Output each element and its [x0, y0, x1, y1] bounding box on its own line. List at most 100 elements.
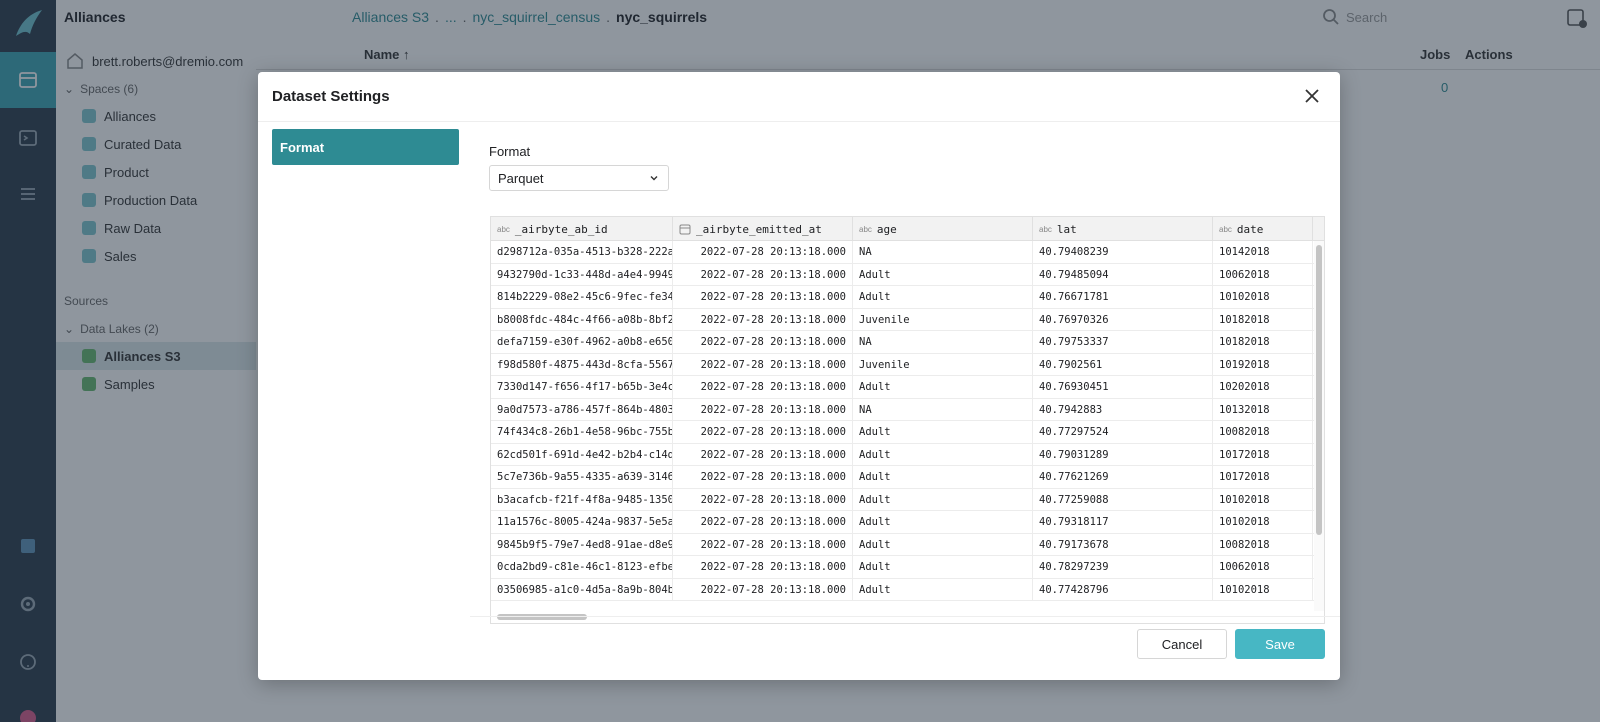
- table-cell[interactable]: 814b2229-08e2-45c6-9fec-fe349: [491, 286, 673, 308]
- table-cell[interactable]: defa7159-e30f-4962-a0b8-e6503: [491, 331, 673, 353]
- table-cell[interactable]: Adult: [853, 286, 1033, 308]
- tab-format[interactable]: Format: [272, 129, 459, 165]
- table-cell[interactable]: Adult: [853, 488, 1033, 511]
- table-cell[interactable]: 2022-07-28 20:13:18.000: [673, 421, 853, 443]
- table-cell[interactable]: Adult: [853, 376, 1033, 398]
- table-cell[interactable]: 10082018: [1213, 533, 1313, 556]
- cancel-button[interactable]: Cancel: [1137, 629, 1227, 659]
- table-cell[interactable]: 40.79031289: [1033, 443, 1213, 466]
- table-cell[interactable]: 40.78297239: [1033, 556, 1213, 578]
- table-cell[interactable]: 2022-07-28 20:13:18.000: [673, 331, 853, 353]
- table-cell[interactable]: 7330d147-f656-4f17-b65b-3e4cc: [491, 376, 673, 398]
- table-cell[interactable]: Juvenile: [853, 353, 1033, 376]
- table-cell[interactable]: 40.79318117: [1033, 511, 1213, 533]
- table-row: 9432790d-1c33-448d-a4e4-9949e 2022-07-28 …: [491, 263, 1324, 286]
- close-icon[interactable]: [1302, 86, 1322, 106]
- table-cell[interactable]: Adult: [853, 443, 1033, 466]
- column-header-label: lat: [1056, 222, 1077, 236]
- table-cell[interactable]: 2022-07-28 20:13:18.000: [673, 511, 853, 533]
- table-cell[interactable]: 40.79753337: [1033, 331, 1213, 353]
- table-cell[interactable]: Adult: [853, 556, 1033, 578]
- table-cell[interactable]: 2022-07-28 20:13:18.000: [673, 376, 853, 398]
- table-cell[interactable]: 40.77428796: [1033, 578, 1213, 601]
- table-cell[interactable]: NA: [853, 331, 1033, 353]
- table-cell[interactable]: Adult: [853, 578, 1033, 601]
- table-cell[interactable]: 10172018: [1213, 443, 1313, 466]
- table-cell[interactable]: 5c7e736b-9a55-4335-a639-3146d: [491, 466, 673, 488]
- format-label: Format: [489, 144, 531, 159]
- table-cell[interactable]: Adult: [853, 466, 1033, 488]
- table-cell[interactable]: Adult: [853, 263, 1033, 286]
- table-cell[interactable]: 2022-07-28 20:13:18.000: [673, 353, 853, 376]
- table-cell[interactable]: Adult: [853, 421, 1033, 443]
- table-cell[interactable]: 10132018: [1213, 398, 1313, 421]
- table-cell[interactable]: 03506985-a1c0-4d5a-8a9b-804bd: [491, 578, 673, 601]
- table-cell[interactable]: 11a1576c-8005-424a-9837-5e5ac: [491, 511, 673, 533]
- table-cell[interactable]: 40.79408239: [1033, 241, 1213, 263]
- table-cell[interactable]: 10102018: [1213, 286, 1313, 308]
- table-row: d298712a-035a-4513-b328-222a4 2022-07-28 …: [491, 241, 1324, 264]
- table-cell[interactable]: b8008fdc-484c-4f66-a08b-8bf26: [491, 308, 673, 331]
- table-cell[interactable]: 2022-07-28 20:13:18.000: [673, 241, 853, 263]
- table-row: 74f434c8-26b1-4e58-96bc-755ba 2022-07-28 …: [491, 421, 1324, 444]
- table-cell[interactable]: 40.76671781: [1033, 286, 1213, 308]
- column-header-label: _airbyte_ab_id: [514, 222, 608, 236]
- table-cell[interactable]: 40.7902561: [1033, 353, 1213, 376]
- table-cell[interactable]: 10102018: [1213, 578, 1313, 601]
- table-cell[interactable]: 10062018: [1213, 556, 1313, 578]
- table-cell[interactable]: 2022-07-28 20:13:18.000: [673, 533, 853, 556]
- column-header[interactable]: _airbyte_emitted_at: [673, 217, 853, 241]
- table-cell[interactable]: 10192018: [1213, 353, 1313, 376]
- table-cell[interactable]: 40.77259088: [1033, 488, 1213, 511]
- table-cell[interactable]: 40.77621269: [1033, 466, 1213, 488]
- table-cell[interactable]: 10182018: [1213, 331, 1313, 353]
- table-cell[interactable]: NA: [853, 241, 1033, 263]
- table-cell[interactable]: 2022-07-28 20:13:18.000: [673, 578, 853, 601]
- table-cell[interactable]: f98d580f-4875-443d-8cfa-55677: [491, 353, 673, 376]
- vertical-scrollbar[interactable]: [1316, 245, 1322, 535]
- table-cell[interactable]: 10082018: [1213, 421, 1313, 443]
- table-cell[interactable]: 9432790d-1c33-448d-a4e4-9949e: [491, 263, 673, 286]
- table-cell[interactable]: 9845b9f5-79e7-4ed8-91ae-d8e9c: [491, 533, 673, 556]
- column-header[interactable]: abc date: [1213, 217, 1313, 241]
- table-cell[interactable]: 2022-07-28 20:13:18.000: [673, 263, 853, 286]
- format-select[interactable]: Parquet: [489, 165, 669, 191]
- table-cell[interactable]: 10062018: [1213, 263, 1313, 286]
- table-cell[interactable]: 40.77297524: [1033, 421, 1213, 443]
- table-cell[interactable]: 74f434c8-26b1-4e58-96bc-755ba: [491, 421, 673, 443]
- column-header[interactable]: abc age: [853, 217, 1033, 241]
- table-cell[interactable]: 0cda2bd9-c81e-46c1-8123-efbed: [491, 556, 673, 578]
- table-cell[interactable]: 2022-07-28 20:13:18.000: [673, 286, 853, 308]
- table-cell[interactable]: 10102018: [1213, 488, 1313, 511]
- table-cell[interactable]: 10202018: [1213, 376, 1313, 398]
- column-header[interactable]: abc lat: [1033, 217, 1213, 241]
- table-cell[interactable]: 62cd501f-691d-4e42-b2b4-c14dd: [491, 443, 673, 466]
- table-cell[interactable]: 40.76930451: [1033, 376, 1213, 398]
- table-cell[interactable]: d298712a-035a-4513-b328-222a4: [491, 241, 673, 263]
- table-cell[interactable]: 2022-07-28 20:13:18.000: [673, 466, 853, 488]
- table-cell[interactable]: 2022-07-28 20:13:18.000: [673, 443, 853, 466]
- table-cell[interactable]: NA: [853, 398, 1033, 421]
- table-cell[interactable]: 10142018: [1213, 241, 1313, 263]
- table-cell[interactable]: 2022-07-28 20:13:18.000: [673, 308, 853, 331]
- table-cell[interactable]: 2022-07-28 20:13:18.000: [673, 556, 853, 578]
- table-cell[interactable]: 9a0d7573-a786-457f-864b-48039: [491, 398, 673, 421]
- table-cell[interactable]: Adult: [853, 533, 1033, 556]
- column-header[interactable]: abc _airbyte_ab_id: [491, 217, 673, 241]
- table-cell[interactable]: 10172018: [1213, 466, 1313, 488]
- dataset-preview-grid: abc _airbyte_ab_id _airbyte_emitted_at ab…: [490, 216, 1325, 624]
- table-cell[interactable]: 10182018: [1213, 308, 1313, 331]
- text-type-icon: abc: [497, 224, 510, 234]
- table-cell[interactable]: Juvenile: [853, 308, 1033, 331]
- table-cell[interactable]: 40.76970326: [1033, 308, 1213, 331]
- table-cell[interactable]: 2022-07-28 20:13:18.000: [673, 488, 853, 511]
- table-cell[interactable]: 40.79485094: [1033, 263, 1213, 286]
- table-cell[interactable]: b3acafcb-f21f-4f8a-9485-13502: [491, 488, 673, 511]
- table-cell[interactable]: 2022-07-28 20:13:18.000: [673, 398, 853, 421]
- table-cell[interactable]: 40.7942883: [1033, 398, 1213, 421]
- column-header-label: age: [876, 222, 897, 236]
- table-cell[interactable]: 40.79173678: [1033, 533, 1213, 556]
- table-cell[interactable]: Adult: [853, 511, 1033, 533]
- table-cell[interactable]: 10102018: [1213, 511, 1313, 533]
- save-button[interactable]: Save: [1235, 629, 1325, 659]
